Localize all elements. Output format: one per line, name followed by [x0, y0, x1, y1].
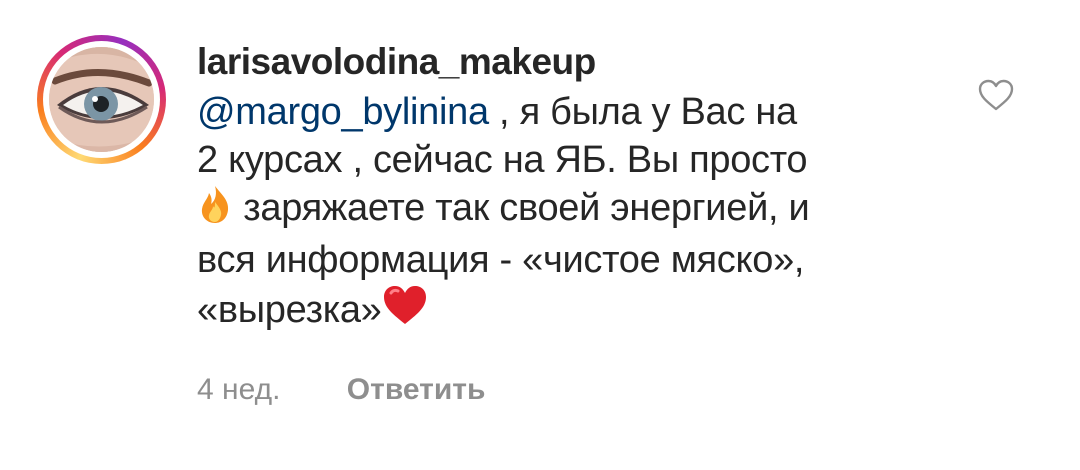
fire-emoji-icon	[197, 184, 233, 236]
comment-text: @margo_bylinina , я была у Вас на 2 курс…	[197, 88, 917, 338]
avatar-eye-image	[49, 47, 154, 152]
comment-text-line-1: , я была у Вас на	[488, 91, 797, 133]
comment-username[interactable]: larisavolodina_makeup	[197, 40, 917, 84]
comment-text-line-2: 2 курсах , сейчас на ЯБ. Вы просто	[197, 139, 808, 181]
mention-link[interactable]: @margo_bylinina	[197, 91, 489, 133]
comment-item: larisavolodina_makeup @margo_bylinina , …	[0, 0, 1080, 470]
avatar[interactable]	[49, 47, 154, 152]
reply-button[interactable]: Ответить	[347, 372, 486, 408]
heart-emoji-icon	[382, 284, 428, 338]
comment-text-line-5: «вырезка»	[197, 289, 382, 331]
comment-body: larisavolodina_makeup @margo_bylinina , …	[197, 40, 917, 408]
comment-text-line-4: вся информация - «чистое мяско»,	[197, 239, 805, 281]
like-heart-icon[interactable]	[978, 79, 1014, 111]
comment-timestamp: 4 нед.	[197, 373, 281, 406]
comment-meta: 4 нед. Ответить	[197, 372, 917, 408]
comment-text-line-3: заряжаете так своей энергией, и	[233, 187, 810, 229]
avatar-story-ring[interactable]	[37, 35, 166, 164]
